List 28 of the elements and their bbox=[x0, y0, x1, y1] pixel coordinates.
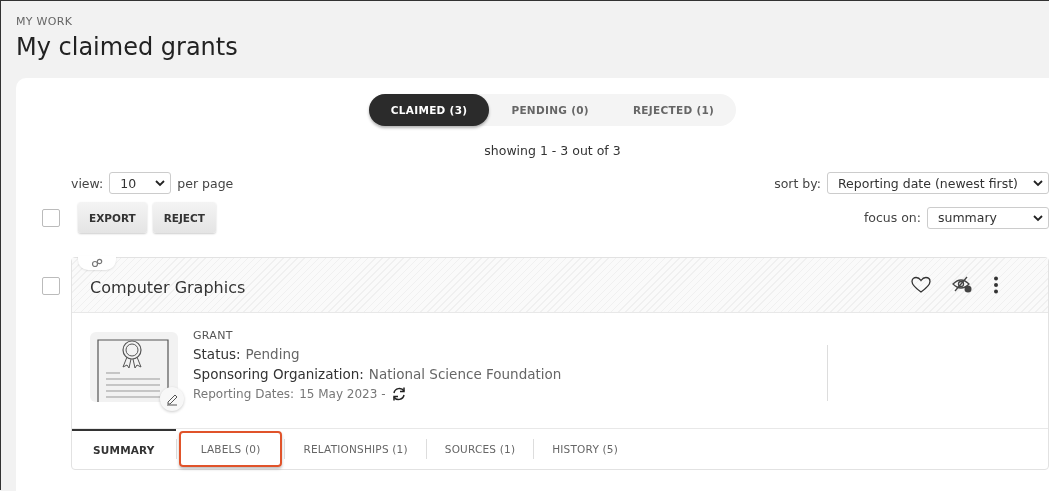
section-tab[interactable]: SUMMARY bbox=[72, 429, 176, 469]
field-label: Status: bbox=[193, 346, 241, 362]
section-tab[interactable]: SOURCES (1) bbox=[426, 429, 534, 469]
status-tab[interactable]: CLAIMED (3) bbox=[368, 94, 490, 126]
page-title: My claimed grants bbox=[16, 32, 239, 62]
view-label: view: bbox=[71, 175, 104, 191]
per-page-label: per page bbox=[177, 175, 234, 191]
result-count: showing 1 - 3 out of 3 bbox=[483, 143, 622, 158]
section-tab[interactable]: LABELS (0) bbox=[178, 431, 283, 467]
sort-label: sort by: bbox=[774, 175, 821, 191]
dropdown[interactable]: 10 bbox=[109, 172, 172, 194]
field-value: National Science Foundation bbox=[368, 366, 562, 382]
focus-label: focus on: bbox=[863, 210, 921, 225]
dates-value: 15 May 2023 - bbox=[299, 387, 386, 401]
dropdown[interactable]: summary bbox=[927, 206, 1049, 229]
breadcrumb: MY WORK bbox=[16, 15, 74, 28]
section-tab[interactable]: RELATIONSHIPS (1) bbox=[285, 429, 426, 469]
card-title[interactable]: Computer Graphics bbox=[90, 277, 246, 297]
dates-label: Reporting Dates: bbox=[193, 387, 295, 401]
action-button[interactable]: EXPORT bbox=[78, 202, 147, 233]
grant-type: GRANT bbox=[193, 329, 234, 342]
field-value: Pending bbox=[245, 346, 300, 362]
dropdown[interactable]: Reporting date (newest first) bbox=[827, 172, 1049, 194]
section-tab[interactable]: HISTORY (5) bbox=[534, 429, 636, 469]
status-tab[interactable]: PENDING (0) bbox=[489, 94, 611, 126]
status-tab[interactable]: REJECTED (1) bbox=[610, 94, 737, 126]
field-label: Sponsoring Organization: bbox=[193, 366, 364, 382]
action-button[interactable]: REJECT bbox=[152, 202, 216, 233]
